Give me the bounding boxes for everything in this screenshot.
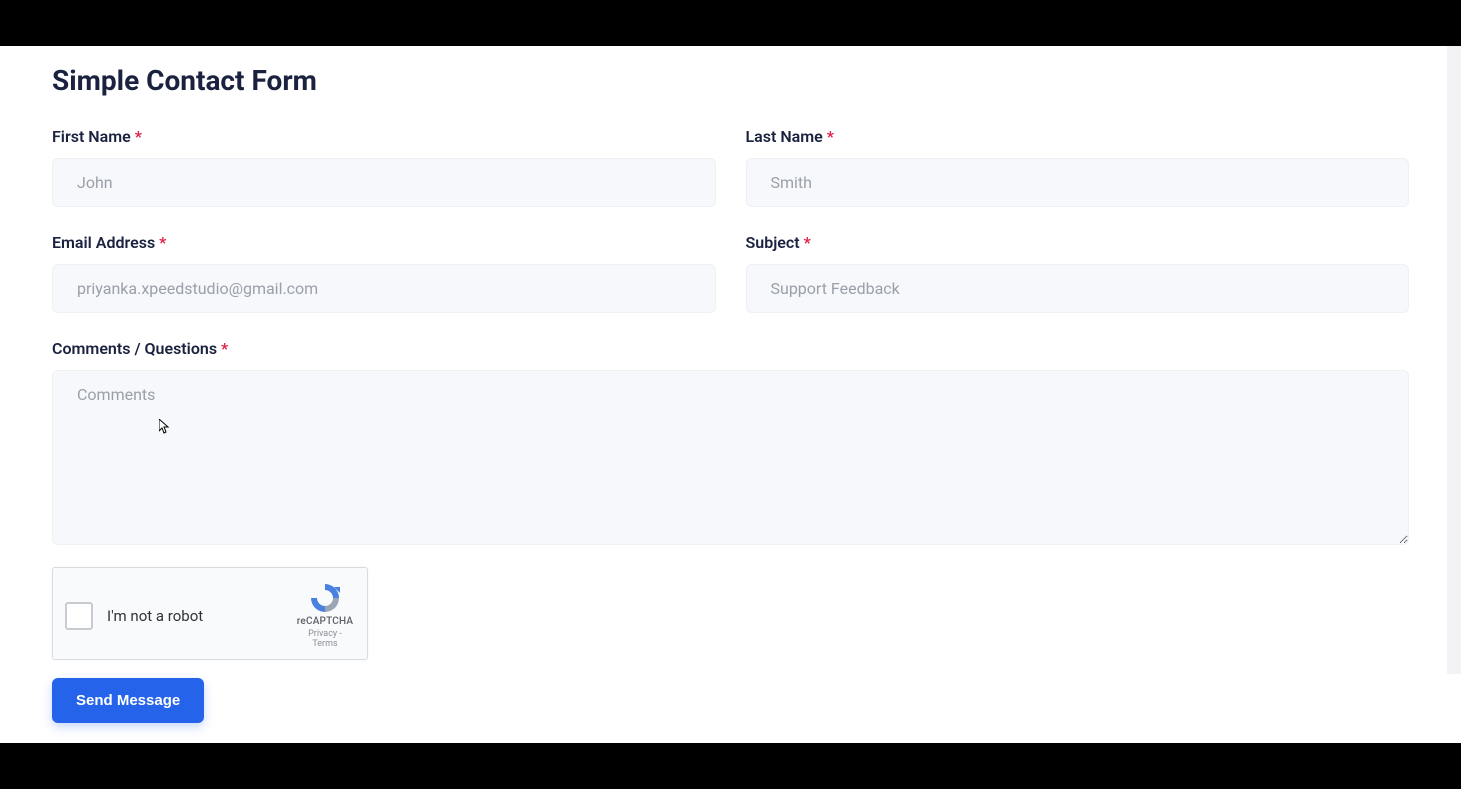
last-name-label-text: Last Name: [746, 127, 823, 146]
comments-field-group: Comments / Questions *: [52, 339, 1409, 549]
email-field-group: Email Address *: [52, 233, 716, 313]
recaptcha-icon: [309, 582, 341, 614]
email-label-text: Email Address: [52, 233, 155, 252]
subject-field-group: Subject *: [746, 233, 1410, 313]
recaptcha-label: I'm not a robot: [107, 607, 203, 625]
comments-label: Comments / Questions *: [52, 339, 1409, 358]
required-asterisk: *: [159, 233, 166, 252]
scrollbar-track[interactable]: [1447, 46, 1461, 674]
last-name-input[interactable]: [746, 158, 1410, 207]
required-asterisk: *: [221, 339, 228, 358]
top-black-bar: [0, 0, 1461, 46]
recaptcha-brand-text: reCAPTCHA: [295, 616, 355, 627]
email-input[interactable]: [52, 264, 716, 313]
recaptcha-widget: I'm not a robot reCAPTCHA Privacy - Term…: [52, 567, 368, 660]
page-title: Simple Contact Form: [52, 64, 1409, 97]
recaptcha-branding: reCAPTCHA Privacy - Terms: [295, 582, 355, 649]
last-name-field-group: Last Name *: [746, 127, 1410, 207]
first-name-field-group: First Name *: [52, 127, 716, 207]
required-asterisk: *: [804, 233, 811, 252]
first-name-input[interactable]: [52, 158, 716, 207]
required-asterisk: *: [827, 127, 834, 146]
recaptcha-checkbox[interactable]: [65, 602, 93, 630]
first-name-label-text: First Name: [52, 127, 131, 146]
subject-label: Subject *: [746, 233, 1410, 252]
subject-input[interactable]: [746, 264, 1410, 313]
recaptcha-links[interactable]: Privacy - Terms: [295, 629, 355, 649]
last-name-label: Last Name *: [746, 127, 1410, 146]
required-asterisk: *: [135, 127, 142, 146]
first-name-label: First Name *: [52, 127, 716, 146]
comments-label-text: Comments / Questions: [52, 339, 217, 358]
contact-form-page: Simple Contact Form First Name * Last Na…: [0, 46, 1461, 743]
comments-textarea[interactable]: [52, 370, 1409, 545]
recaptcha-left: I'm not a robot: [65, 602, 203, 630]
email-label: Email Address *: [52, 233, 716, 252]
subject-label-text: Subject: [746, 233, 800, 252]
form-grid: First Name * Last Name * Email Address *: [52, 127, 1409, 549]
bottom-black-bar: [0, 743, 1461, 789]
send-message-button[interactable]: Send Message: [52, 678, 204, 723]
